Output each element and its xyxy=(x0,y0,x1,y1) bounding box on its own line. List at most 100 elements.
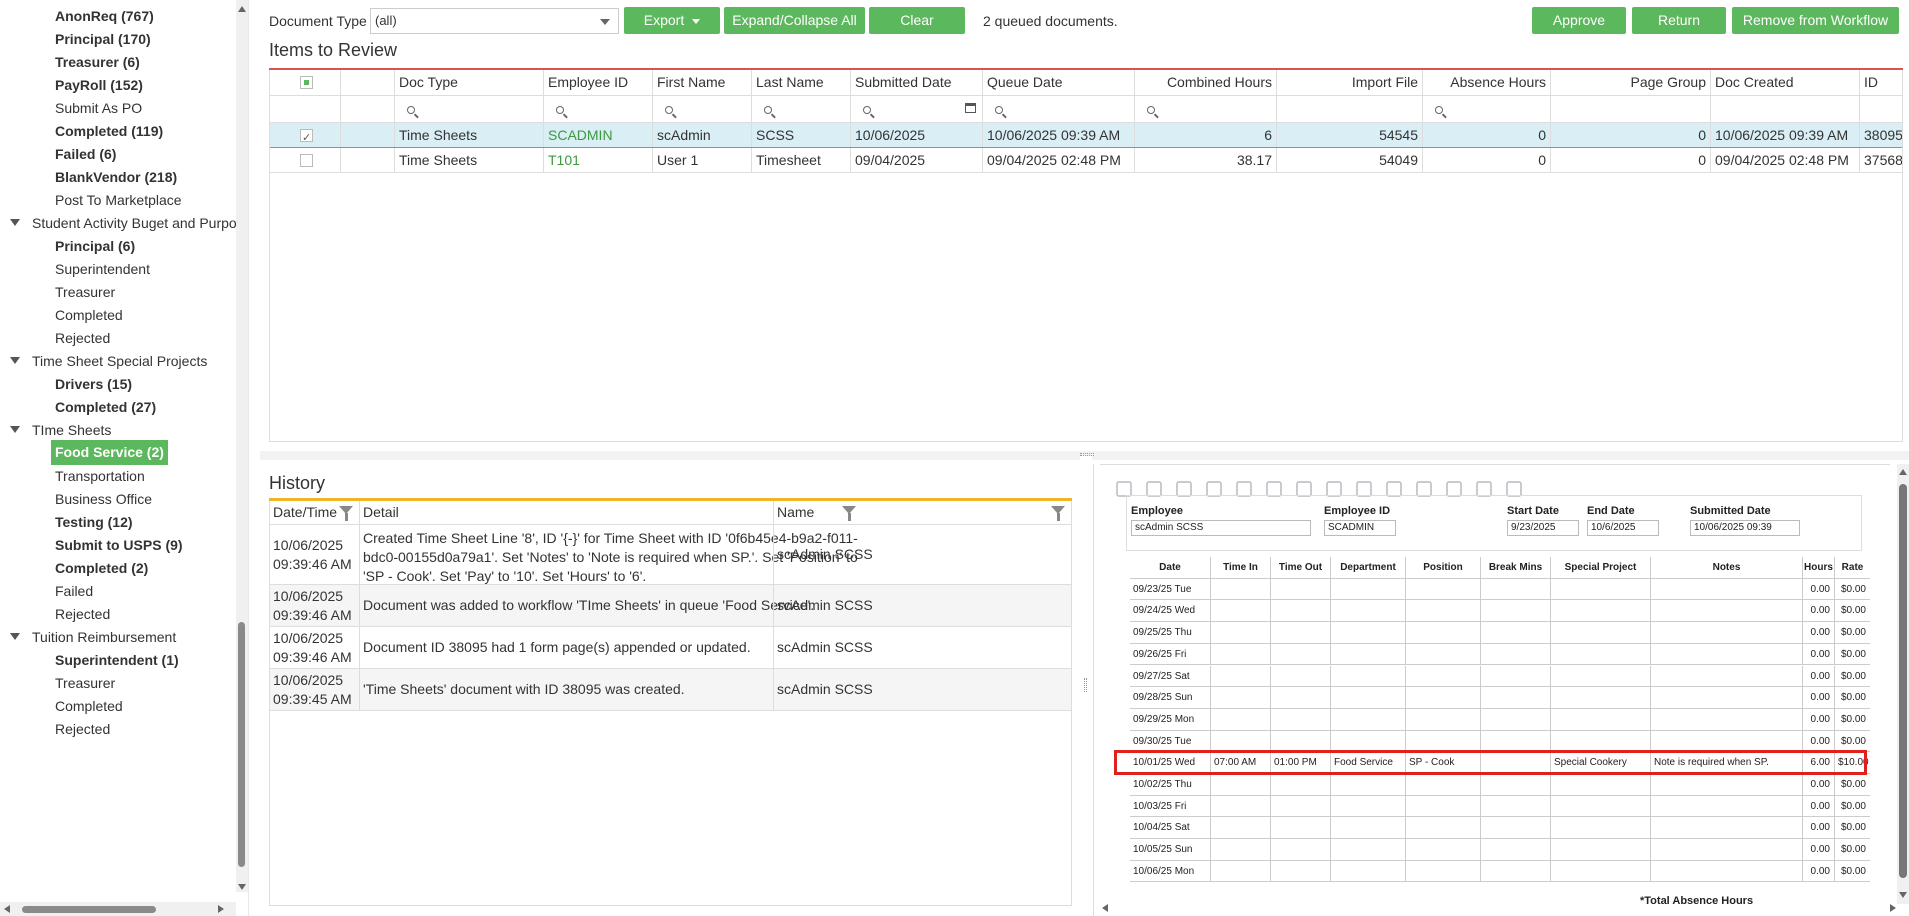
timesheet-cell-time-out xyxy=(1270,860,1330,882)
search-icon[interactable] xyxy=(863,106,871,114)
column-header-first-name[interactable]: First Name xyxy=(652,70,751,95)
scroll-left-icon[interactable] xyxy=(4,905,10,913)
column-header-combined-hours[interactable]: Combined Hours xyxy=(1134,70,1276,95)
column-header-submitted-date[interactable]: Submitted Date xyxy=(850,70,982,95)
cell-import-file: 54049 xyxy=(1276,148,1422,172)
filter-cell[interactable] xyxy=(1859,96,1902,122)
cell-doc-created: 09/04/2025 02:48 PM xyxy=(1710,148,1859,172)
doc-type-select[interactable]: (all) xyxy=(370,8,619,34)
employee-value: scAdmin SCSS xyxy=(1131,520,1311,536)
filter-cell[interactable] xyxy=(1550,96,1710,122)
filter-cell[interactable] xyxy=(1134,96,1276,122)
search-icon[interactable] xyxy=(665,106,673,114)
export-label: Export xyxy=(643,12,685,28)
caret-down-icon[interactable] xyxy=(10,632,20,640)
search-icon[interactable] xyxy=(764,106,772,114)
column-header-employee-id[interactable]: Employee ID xyxy=(543,70,652,95)
filter-cell[interactable] xyxy=(543,96,652,122)
cell-employee-id[interactable]: SCADMIN xyxy=(543,123,652,147)
timesheet-cell-time-in xyxy=(1210,665,1270,687)
column-header-page-group[interactable]: Page Group xyxy=(1550,70,1710,95)
select-all-cell[interactable] xyxy=(270,70,340,95)
clear-button[interactable]: Clear xyxy=(869,7,965,34)
column-header-import-file[interactable]: Import File xyxy=(1276,70,1422,95)
timesheet-cell-time-in xyxy=(1210,839,1270,860)
scroll-right-icon[interactable] xyxy=(1890,904,1896,912)
approve-button[interactable]: Approve xyxy=(1532,7,1626,34)
table-row[interactable]: Time SheetsSCADMINscAdminSCSS10/06/20251… xyxy=(270,123,1902,148)
sidebar-item-label: Drivers (15) xyxy=(55,376,133,392)
filter-icon[interactable] xyxy=(339,506,353,521)
history-header-date-time[interactable]: Date/Time xyxy=(270,501,359,524)
search-icon[interactable] xyxy=(1147,106,1155,114)
filter-cell[interactable] xyxy=(394,96,543,122)
filter-cell[interactable] xyxy=(652,96,751,122)
history-header-label: Detail xyxy=(363,504,399,520)
timesheet-cell-department xyxy=(1330,795,1405,817)
timesheet-cell-notes xyxy=(1650,817,1802,839)
scroll-right-icon[interactable] xyxy=(218,905,224,913)
timesheet-cell-time-out xyxy=(1270,578,1330,600)
return-button[interactable]: Return xyxy=(1632,7,1726,34)
scroll-up-icon[interactable] xyxy=(1899,469,1907,475)
search-icon[interactable] xyxy=(1435,106,1443,114)
history-header-name[interactable]: Name xyxy=(773,501,1071,524)
viewer-splitter[interactable] xyxy=(1080,456,1092,916)
row-checkbox[interactable] xyxy=(300,154,313,167)
history-header-label: Date/Time xyxy=(273,504,338,520)
column-header-id[interactable]: ID xyxy=(1859,70,1902,95)
filter-cell[interactable] xyxy=(1422,96,1550,122)
search-icon[interactable] xyxy=(407,106,415,114)
filter-cell[interactable] xyxy=(1710,96,1859,122)
row-checkbox[interactable] xyxy=(300,126,313,147)
column-header-doc-created[interactable]: Doc Created xyxy=(1710,70,1859,95)
grid-header-row: Doc Type Employee ID First Name Last Name Su… xyxy=(270,70,1902,96)
splitter-grip-icon[interactable] xyxy=(1084,678,1087,692)
timesheet-cell-department xyxy=(1330,578,1405,600)
sidebar-horizontal-scrollbar[interactable] xyxy=(0,902,236,916)
sidebar-item-label: Superintendent xyxy=(55,261,150,277)
sidebar-splitter[interactable] xyxy=(248,0,260,916)
timesheet-cell-department xyxy=(1330,708,1405,730)
sidebar-item-rejected[interactable]: Rejected xyxy=(55,715,110,743)
viewer-vertical-scrollbar[interactable] xyxy=(1897,464,1909,904)
calendar-icon[interactable] xyxy=(965,103,976,113)
search-icon[interactable] xyxy=(556,106,564,114)
expand-collapse-button[interactable]: Expand/Collapse All xyxy=(724,7,865,34)
search-icon[interactable] xyxy=(995,106,1003,114)
cell-employee-id[interactable]: T101 xyxy=(543,148,652,172)
column-header-doc-type[interactable]: Doc Type xyxy=(394,70,543,95)
filter-cell[interactable] xyxy=(1276,96,1422,122)
table-row[interactable]: Time Sheets T101 User 1 Timesheet 09/04/2025… xyxy=(270,148,1902,173)
timesheet-cell-rate: $0.00 xyxy=(1834,795,1870,817)
scroll-down-icon[interactable] xyxy=(238,884,246,890)
timesheet-header-position: Position xyxy=(1405,557,1480,578)
timesheet-cell-department xyxy=(1330,817,1405,839)
row-select-cell[interactable] xyxy=(270,148,340,172)
timesheet-row: 10/04/25 Sat 0.00 $0.00 xyxy=(1130,817,1870,840)
caret-down-icon[interactable] xyxy=(10,218,20,226)
scroll-left-icon[interactable] xyxy=(1102,904,1108,912)
timesheet-header-hours: Hours xyxy=(1802,557,1834,578)
caret-down-icon[interactable] xyxy=(10,425,20,433)
sidebar-vertical-scrollbar[interactable] xyxy=(236,0,248,892)
scroll-down-icon[interactable] xyxy=(1899,892,1907,898)
cell-id: 37568 xyxy=(1859,148,1902,172)
timesheet-cell-time-out xyxy=(1270,774,1330,795)
filter-icon[interactable] xyxy=(1051,506,1065,521)
scroll-up-icon[interactable] xyxy=(238,6,246,12)
column-header-last-name[interactable]: Last Name xyxy=(751,70,850,95)
caret-down-icon[interactable] xyxy=(10,356,20,364)
remove-from-workflow-button[interactable]: Remove from Workflow xyxy=(1732,7,1899,34)
export-button[interactable]: Export xyxy=(624,7,720,34)
sidebar-scroll-thumb[interactable] xyxy=(238,622,245,867)
viewer-scroll-thumb[interactable] xyxy=(1899,484,1907,878)
column-header-absence-hours[interactable]: Absence Hours xyxy=(1422,70,1550,95)
filter-cell[interactable] xyxy=(982,96,1134,122)
row-select-cell[interactable] xyxy=(270,123,340,147)
column-header-queue-date[interactable]: Queue Date xyxy=(982,70,1134,95)
sidebar-hscroll-thumb[interactable] xyxy=(22,906,156,913)
select-all-checkbox[interactable] xyxy=(300,76,313,89)
filter-cell[interactable] xyxy=(850,96,982,122)
filter-cell[interactable] xyxy=(751,96,850,122)
